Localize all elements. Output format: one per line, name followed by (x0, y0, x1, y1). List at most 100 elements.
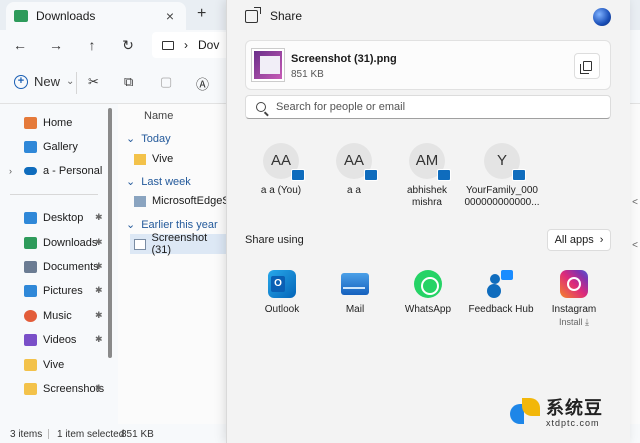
account-avatar[interactable] (593, 8, 611, 26)
status-item-count: 3 items (10, 429, 43, 440)
tab-downloads[interactable]: Downloads × (6, 2, 186, 30)
folder-icon (24, 359, 37, 371)
sidebar-item-home[interactable]: Home (24, 114, 72, 132)
downloads-folder-icon (14, 10, 28, 22)
watermark-url: xtdptc.com (546, 418, 600, 428)
app-instagram[interactable]: Instagram Install ⤓ (537, 270, 611, 328)
people-search-input[interactable]: Search for people or email (245, 95, 611, 119)
status-selected: 1 item selected (57, 429, 125, 440)
group-label: Earlier this year (141, 218, 218, 231)
gallery-icon (24, 141, 37, 153)
rename-icon[interactable]: Ⓐ (196, 74, 209, 93)
app-mail[interactable]: Mail (318, 270, 392, 315)
file-name: Vive (152, 153, 174, 165)
monitor-icon (162, 40, 174, 50)
sidebar-item-screenshots[interactable]: Screenshots (24, 380, 104, 398)
whatsapp-icon (414, 270, 442, 298)
onedrive-icon (24, 167, 37, 175)
toolbar-divider (76, 72, 77, 94)
group-label: Last week (141, 175, 191, 188)
sidebar-item-desktop[interactable]: Desktop (24, 209, 83, 227)
app-outlook[interactable]: Outlook (245, 270, 319, 315)
sidebar-item-label: Vive (43, 359, 65, 371)
contact-initials: Y (496, 152, 507, 169)
file-row-selected[interactable]: Screenshot (31) (130, 232, 226, 256)
sidebar-item-downloads[interactable]: Downloads (24, 234, 97, 252)
contact-avatar: AA (336, 143, 378, 181)
contact-yourfamily[interactable]: Y YourFamily_000 000000000000... (460, 143, 544, 209)
sidebar-item-label: Pictures (43, 285, 83, 297)
file-name: Screenshot (31) (151, 232, 208, 256)
share-header: Share (245, 6, 303, 23)
refresh-icon[interactable]: ↻ (118, 36, 138, 54)
group-header-earlier-this-year[interactable]: ⌄ Earlier this year (126, 218, 218, 232)
sidebar-item-onedrive[interactable]: a - Personal (24, 162, 102, 180)
paste-icon[interactable]: ▢ (160, 74, 172, 90)
expand-chevron-icon[interactable]: › (9, 166, 12, 176)
new-tab-button[interactable]: + (197, 5, 206, 23)
installer-icon (134, 195, 146, 207)
forward-arrow-icon[interactable]: → (46, 36, 66, 54)
image-file-icon (134, 238, 146, 250)
navigation-pane: Home Gallery › a - Personal Desktop ✱ Do… (0, 104, 118, 424)
contact-a-a-you[interactable]: AA a a (You) (241, 143, 321, 197)
outlook-badge-icon (437, 169, 451, 181)
home-icon (24, 117, 37, 129)
all-apps-button[interactable]: All apps › (547, 229, 611, 251)
chevron-down-icon: ⌄ (126, 133, 136, 145)
sidebar-item-pictures[interactable]: Pictures (24, 282, 83, 300)
file-thumbnail (252, 49, 284, 81)
sidebar-item-label: a - Personal (43, 165, 103, 177)
sidebar-item-label: Downloads (43, 237, 98, 249)
copy-button[interactable] (574, 53, 600, 79)
outlook-badge-icon (512, 169, 526, 181)
pictures-icon (24, 285, 37, 297)
contact-initials: AA (343, 152, 364, 169)
column-header-name[interactable]: Name (144, 110, 173, 122)
app-name: Mail (345, 304, 365, 315)
up-arrow-icon[interactable]: ↑ (82, 36, 102, 54)
contact-name: a a (You) (260, 185, 302, 196)
share-title: Share (270, 9, 303, 23)
new-button[interactable]: + New ⌄ (14, 74, 74, 89)
app-name: Feedback Hub (468, 304, 534, 315)
folder-icon (134, 153, 146, 165)
group-header-today[interactable]: ⌄ Today (126, 132, 171, 146)
instagram-icon (560, 270, 588, 298)
sidebar-item-vive[interactable]: Vive (24, 356, 64, 374)
app-whatsapp[interactable]: WhatsApp (391, 270, 465, 315)
chevron-down-icon: ⌄ (126, 176, 136, 188)
watermark-logo-icon (510, 398, 540, 428)
sidebar-item-music[interactable]: Music (24, 307, 72, 325)
contact-name: abhishek mishra (406, 185, 448, 208)
videos-icon (24, 334, 37, 346)
back-arrow-icon[interactable]: ← (10, 36, 30, 54)
contact-abhishek-mishra[interactable]: AM abhishek mishra (387, 143, 467, 209)
pin-icon: ✱ (95, 334, 103, 344)
sidebar-item-gallery[interactable]: Gallery (24, 138, 78, 156)
install-label[interactable]: Install ⤓ (537, 317, 611, 328)
outlook-icon (268, 270, 296, 298)
search-placeholder: Search for people or email (276, 101, 406, 113)
all-apps-label: All apps (554, 234, 594, 246)
close-tab-icon[interactable]: × (162, 8, 178, 24)
app-feedback-hub[interactable]: Feedback Hub (464, 270, 538, 315)
contact-name: a a (347, 185, 361, 196)
feedback-hub-icon (487, 270, 515, 298)
sidebar-scrollbar[interactable] (108, 108, 112, 358)
copy-icon[interactable]: ⧉ (124, 74, 133, 90)
truncated-column-text: < (632, 240, 638, 251)
app-name: WhatsApp (404, 304, 452, 315)
shared-file-name: Screenshot (31).png (291, 53, 397, 65)
folder-icon (24, 383, 37, 395)
outlook-badge-icon (291, 169, 305, 181)
sidebar-item-documents[interactable]: Documents (24, 258, 99, 276)
file-row[interactable]: Vive (134, 150, 173, 168)
group-header-last-week[interactable]: ⌄ Last week (126, 175, 191, 189)
breadcrumb-text: Dov (198, 38, 220, 52)
status-size: 851 KB (121, 429, 154, 440)
cut-icon[interactable]: ✂ (88, 74, 99, 90)
contact-avatar: AA (263, 143, 305, 181)
contact-a-a[interactable]: AA a a (314, 143, 394, 197)
sidebar-item-videos[interactable]: Videos (24, 331, 76, 349)
